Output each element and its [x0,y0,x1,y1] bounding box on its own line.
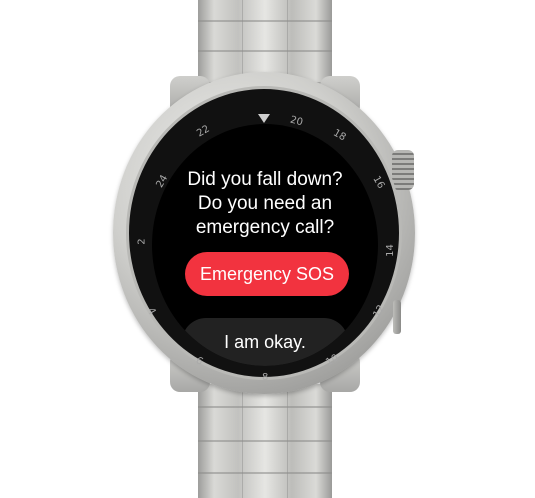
prompt-line: Did you fall down? [187,169,343,190]
bezel-number: 8 [262,372,269,383]
bezel-triangle-marker [258,114,270,123]
prompt-line: emergency call? [195,217,335,238]
band-link [198,20,332,22]
i-am-okay-button[interactable]: I am okay. [182,318,348,366]
side-button[interactable] [393,300,401,334]
band-link [198,440,332,442]
crown-button[interactable] [392,150,414,190]
band-link [198,50,332,52]
fall-detection-prompt: Did you fall down? Do you need an emerge… [152,168,378,240]
watch-band-bottom [198,384,332,498]
band-link [198,472,332,474]
band-link [198,406,332,408]
watch-screen: Did you fall down? Do you need an emerge… [152,124,378,366]
bezel-number: 14 [384,244,396,257]
emergency-sos-button[interactable]: Emergency SOS [185,252,349,296]
prompt-line: Do you need an [197,193,333,214]
bezel-number: 2 [136,238,148,245]
